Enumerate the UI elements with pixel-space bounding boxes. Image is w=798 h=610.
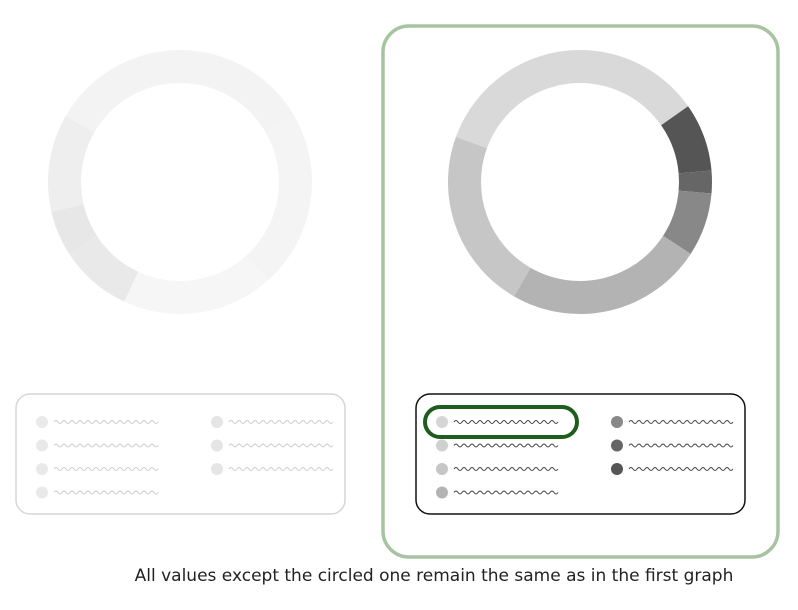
donut-before-segment-6 — [47, 116, 95, 212]
donut-after-segment-7 — [455, 50, 580, 149]
legend-before-swatch-1 — [36, 416, 48, 428]
legend-before-swatch-4 — [36, 486, 48, 499]
legend-before — [15, 393, 346, 515]
donut-before-segment-1 — [180, 50, 295, 133]
legend-after-swatch-2 — [436, 439, 448, 452]
donut-before-segment-2 — [246, 116, 312, 281]
legend-after — [415, 393, 746, 515]
caption: All values except the circled one remain… — [134, 566, 734, 586]
legend-after-swatch-7 — [611, 463, 623, 475]
legend-before-swatch-2 — [36, 439, 48, 452]
donut-after-segment-1 — [580, 50, 689, 126]
comparison-diagram — [15, 24, 780, 559]
donut-after-segment-5 — [514, 235, 691, 314]
legend-after-swatch-6 — [611, 439, 623, 452]
donut-chart-before — [47, 50, 312, 314]
donut-chart-after — [447, 50, 712, 314]
legend-before-swatch-3 — [36, 463, 48, 475]
legend-after-swatch-3 — [436, 463, 448, 475]
legend-before-swatch-6 — [211, 439, 223, 452]
legend-before-swatch-7 — [211, 463, 223, 475]
donut-before-segment-3 — [124, 255, 269, 314]
legend-after-box — [415, 393, 746, 515]
legend-before-box — [15, 393, 346, 515]
donut-after-segment-6 — [447, 136, 531, 297]
donut-before-segment-7 — [65, 50, 180, 133]
legend-after-swatch-4 — [436, 486, 448, 499]
legend-after-swatch-1 — [436, 416, 448, 428]
legend-before-swatch-5 — [211, 416, 223, 428]
legend-after-swatch-5 — [611, 416, 623, 428]
donut-after-segment-3 — [678, 170, 712, 194]
